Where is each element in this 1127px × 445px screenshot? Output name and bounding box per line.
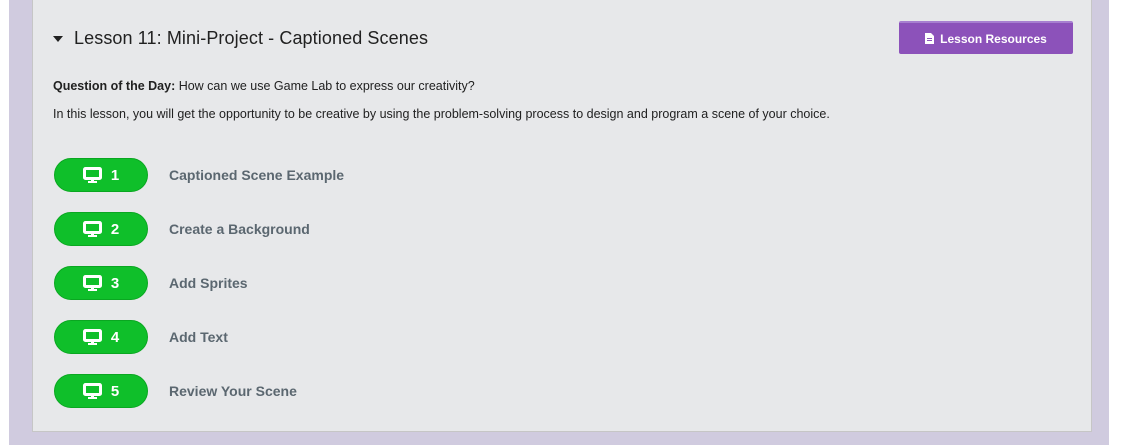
level-bubble-5[interactable]: 5 [54, 374, 148, 408]
question-of-the-day: Question of the Day: How can we use Game… [53, 79, 475, 93]
level-number: 1 [110, 166, 120, 184]
lesson-resources-label: Lesson Resources [940, 31, 1047, 46]
level-bubble-3[interactable]: 3 [54, 266, 148, 300]
computer-icon [82, 383, 102, 399]
level-row: 5 Review Your Scene [54, 374, 344, 408]
level-list: 1 Captioned Scene Example 2 Create a Bac… [54, 158, 344, 428]
level-number: 4 [110, 328, 120, 346]
level-number: 5 [110, 382, 120, 400]
level-bubble-4[interactable]: 4 [54, 320, 148, 354]
computer-icon [82, 167, 102, 183]
file-icon [925, 33, 935, 44]
question-text: How can we use Game Lab to express our c… [175, 79, 475, 93]
caret-down-icon[interactable] [53, 36, 63, 42]
lesson-card: Lesson 11: Mini-Project - Captioned Scen… [32, 0, 1092, 432]
computer-icon [82, 329, 102, 345]
lesson-header-toggle[interactable]: Lesson 11: Mini-Project - Captioned Scen… [53, 28, 428, 49]
level-name-link[interactable]: Add Sprites [169, 275, 248, 291]
level-row: 1 Captioned Scene Example [54, 158, 344, 192]
lesson-resources-button[interactable]: Lesson Resources [899, 21, 1073, 54]
computer-icon [82, 275, 102, 291]
level-row: 2 Create a Background [54, 212, 344, 246]
lesson-title: Lesson 11: Mini-Project - Captioned Scen… [74, 28, 429, 48]
level-name-link[interactable]: Create a Background [169, 221, 310, 237]
level-name-link[interactable]: Review Your Scene [169, 383, 297, 399]
lesson-description: In this lesson, you will get the opportu… [53, 107, 830, 121]
level-number: 2 [110, 220, 120, 238]
level-row: 3 Add Sprites [54, 266, 344, 300]
level-number: 3 [110, 274, 120, 292]
level-name-link[interactable]: Captioned Scene Example [169, 167, 344, 183]
level-bubble-1[interactable]: 1 [54, 158, 148, 192]
level-name-link[interactable]: Add Text [169, 329, 228, 345]
level-row: 4 Add Text [54, 320, 344, 354]
question-label: Question of the Day: [53, 79, 176, 93]
computer-icon [82, 221, 102, 237]
level-bubble-2[interactable]: 2 [54, 212, 148, 246]
